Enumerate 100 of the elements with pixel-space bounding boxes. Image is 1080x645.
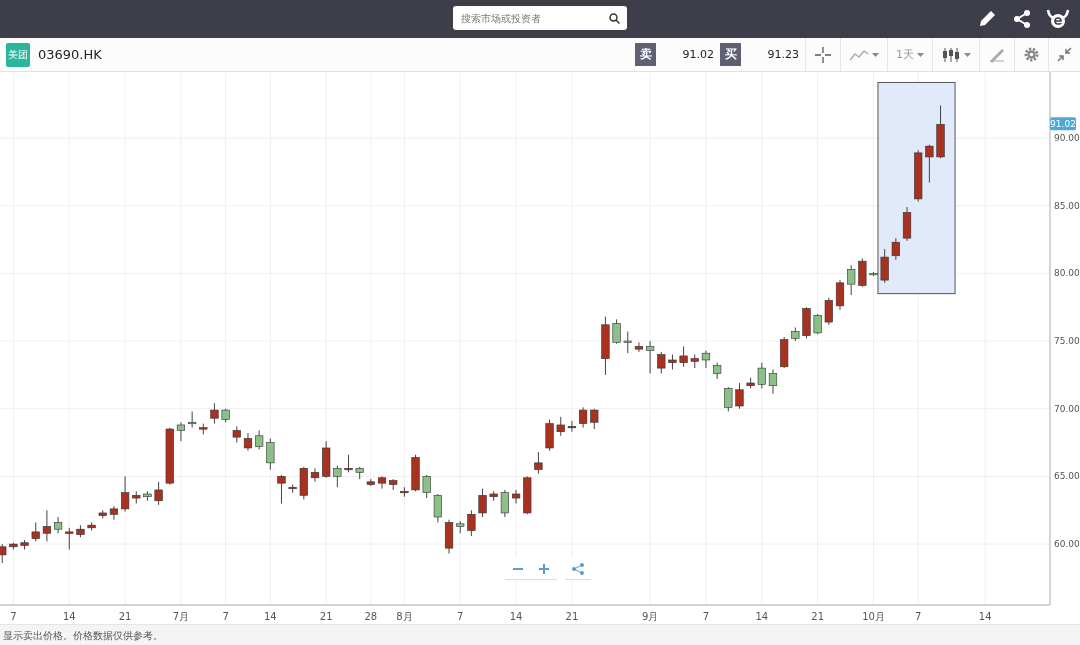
- disclaimer-text: 显示卖出价格。价格数据仅供参考。: [3, 628, 163, 643]
- crosshair-icon: [814, 45, 832, 64]
- bull-logo-icon[interactable]: [1046, 8, 1070, 30]
- interval-button[interactable]: 1天: [887, 38, 932, 71]
- candlestick: [9, 542, 18, 550]
- instrument-symbol: 03690.HK: [38, 47, 102, 62]
- candlestick: [121, 475, 130, 513]
- caret-icon: [964, 52, 971, 57]
- axis-label: 21: [811, 611, 825, 622]
- candlestick: [891, 237, 900, 261]
- share-icon: [572, 562, 584, 575]
- candlestick: [668, 354, 677, 370]
- axis-label: 65.00: [1054, 471, 1080, 482]
- candlestick: [902, 206, 912, 242]
- axis-label: 7: [457, 611, 464, 622]
- candlestick: [768, 368, 778, 395]
- candlestick: [601, 316, 610, 376]
- candlestick: [612, 318, 621, 345]
- candlestick: [310, 467, 320, 483]
- candlestick: [880, 248, 889, 284]
- axis-label: 14: [755, 611, 769, 622]
- axis-label: 21: [319, 611, 333, 622]
- candlestick: [567, 420, 576, 433]
- candlestick: [679, 345, 688, 368]
- line-chart-icon: [849, 47, 869, 62]
- price-badge: 91.02: [1050, 117, 1076, 131]
- candlestick: [165, 427, 174, 485]
- candlestick: [657, 351, 666, 374]
- candlestick: [322, 440, 331, 479]
- candlestick: [690, 354, 699, 369]
- sell-label: 卖: [635, 43, 656, 66]
- candlestick: [400, 486, 409, 498]
- settings-icon: [1023, 46, 1040, 63]
- axis-label: 60.00: [1054, 539, 1080, 550]
- axis-label: 7: [10, 611, 17, 622]
- minus-icon: [513, 567, 523, 570]
- candlestick: [277, 474, 286, 504]
- candlestick: [925, 144, 934, 184]
- candlestick: [232, 425, 241, 444]
- axis-label: 14: [62, 611, 76, 622]
- candlestick: [176, 421, 186, 442]
- axis-label: 9月: [641, 611, 659, 622]
- company-logo: 美团: [6, 42, 30, 67]
- sell-price: 91.02: [681, 48, 715, 61]
- candlestick: [858, 257, 867, 288]
- axis-label: 14: [263, 611, 277, 622]
- candlestick: [422, 474, 431, 499]
- search-field[interactable]: 搜索市场或投资者: [453, 6, 627, 30]
- axis-label: 8月: [396, 611, 413, 622]
- candlestick: [634, 341, 644, 353]
- candlestick: [243, 432, 253, 452]
- candlestick: [65, 527, 74, 550]
- candlestick: [914, 149, 923, 203]
- candlestick: [523, 475, 532, 515]
- candlestick: [936, 105, 945, 159]
- axis-label: 90.00: [1054, 133, 1080, 143]
- candlestick: [366, 478, 375, 487]
- axis-label: 7: [702, 611, 710, 622]
- axis-label: 85.00: [1054, 200, 1080, 211]
- candlestick: [154, 481, 163, 506]
- candlestick: [333, 465, 342, 488]
- share-icon[interactable]: [1012, 9, 1032, 29]
- candlestick: [87, 521, 96, 532]
- candlestick: [0, 543, 7, 564]
- candlestick: [188, 410, 197, 429]
- candlestick: [76, 524, 85, 538]
- candlestick: [847, 264, 856, 296]
- candlestick: [42, 509, 51, 542]
- candlestick: [579, 406, 588, 429]
- axis-label: 14: [509, 611, 523, 622]
- search-icon: [609, 13, 620, 24]
- candlestick-icon: [941, 46, 961, 63]
- candlestick: [355, 466, 364, 480]
- candlestick: [724, 386, 733, 412]
- candlestick: [344, 454, 353, 473]
- axis-label: 10月: [862, 611, 885, 622]
- axis-label: 7月: [172, 611, 190, 622]
- candlestick: [757, 362, 766, 389]
- candlestick: [221, 408, 230, 423]
- candlestick: [478, 488, 487, 518]
- candlestick: [210, 402, 219, 425]
- collapse-icon: [1057, 47, 1072, 62]
- axis-label: 7: [222, 611, 229, 622]
- axis-label: 7: [915, 611, 922, 622]
- candlestick: [824, 297, 833, 326]
- candlestick: [545, 419, 554, 452]
- axis-label: 21: [565, 611, 579, 622]
- candlestick: [813, 313, 822, 335]
- caret-icon: [917, 52, 924, 57]
- candlestick: [713, 362, 722, 380]
- candlestick: [489, 490, 498, 502]
- axis-label: 80.00: [1054, 268, 1080, 279]
- candlestick: [377, 475, 387, 490]
- candlestick: [288, 484, 297, 494]
- candlestick: [389, 478, 398, 491]
- plus-icon: [539, 563, 549, 574]
- candlestick: [299, 466, 308, 500]
- candlestick: [735, 382, 744, 410]
- candlestick: [646, 340, 655, 374]
- candlestick: [590, 408, 599, 430]
